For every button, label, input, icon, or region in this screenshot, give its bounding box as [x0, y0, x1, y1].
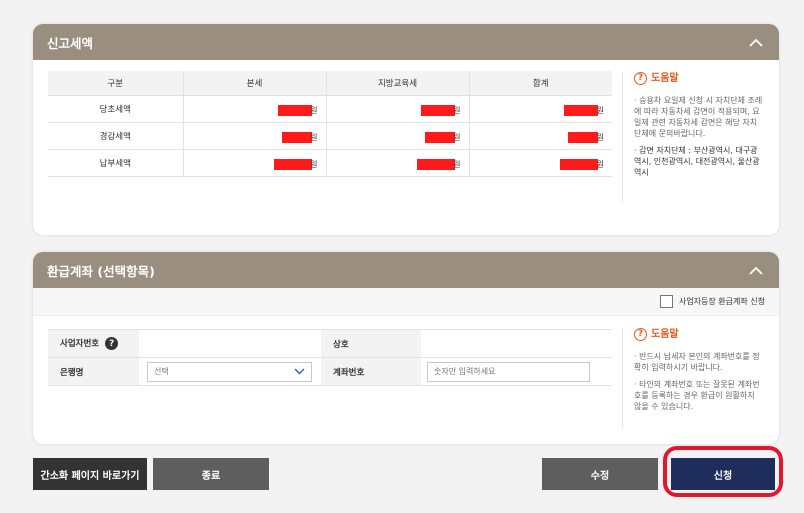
trade-name-value: [421, 329, 612, 358]
education-tax-cell: 원: [325, 121, 469, 149]
redaction-bar: [277, 104, 312, 116]
main-tax-cell: 원: [182, 121, 326, 149]
unit-label: 원: [310, 105, 318, 115]
business-refund-label: 사업자등장 환급계좌 신청: [678, 297, 765, 306]
unit-label: 원: [596, 132, 604, 142]
tax-table-header: 구분 본세 지방교육세 합계: [48, 71, 612, 95]
tax-panel-header[interactable]: 신고세액: [33, 24, 779, 60]
chevron-down-icon: [294, 368, 305, 375]
table-row: 사업자번호 ? 상호: [48, 329, 612, 358]
simple-page-button[interactable]: 간소화 페이지 바로가기: [33, 458, 147, 490]
bank-select-cell: 선택: [139, 357, 321, 386]
unit-label: 원: [310, 132, 318, 142]
tax-panel: 신고세액 구분 본세 지방교육세 합계 당초세액 원 원 원 경감세액 원 원 …: [33, 24, 779, 235]
main-tax-cell: 원: [182, 148, 326, 177]
main-tax-cell: 원: [182, 94, 326, 122]
business-refund-checkbox[interactable]: [659, 295, 673, 308]
col-header-education-tax: 지방교육세: [325, 71, 469, 95]
redaction-bar: [420, 104, 455, 116]
col-header-main-tax: 본세: [182, 71, 326, 95]
highlight-outline: [663, 446, 783, 497]
help-question-icon: ?: [634, 72, 647, 85]
total-cell: 원: [468, 121, 612, 149]
tax-panel-title: 신고세액: [47, 35, 94, 51]
chevron-up-icon[interactable]: [745, 259, 767, 281]
bank-select[interactable]: 선택: [147, 361, 312, 382]
table-row: 당초세액 원 원 원: [48, 94, 612, 122]
redaction-bar: [564, 104, 598, 116]
chevron-up-icon[interactable]: [745, 31, 767, 53]
help-title: ? 도움말: [634, 72, 764, 85]
account-number-label: 계좌번호: [321, 357, 421, 386]
business-number-label-cell: 사업자번호 ?: [48, 329, 139, 358]
education-tax-cell: 원: [325, 148, 469, 177]
account-input-cell: [421, 357, 612, 386]
total-cell: 원: [468, 94, 612, 122]
redaction-bar: [424, 131, 455, 143]
refund-panel-header[interactable]: 환급계좌 (선택항목): [33, 252, 779, 288]
refund-panel-title: 환급계좌 (선택항목): [47, 263, 155, 279]
unit-label: 원: [596, 159, 604, 169]
divider: [622, 328, 623, 428]
business-refund-option[interactable]: 사업자등장 환급계좌 신청: [659, 295, 765, 308]
col-header-total: 합계: [468, 71, 612, 95]
table-row: 은행명 선택 계좌번호: [48, 357, 612, 386]
row-label: 납부세액: [48, 148, 183, 177]
unit-label: 원: [453, 159, 461, 169]
unit-label: 원: [310, 159, 318, 169]
checkbox-strip: 사업자등장 환급계좌 신청: [33, 288, 779, 316]
help-box-refund: ? 도움말 · 반드시 납세자 본인의 계좌번호를 정확히 입력하시기 바랍니다…: [634, 328, 764, 418]
tax-table: 구분 본세 지방교육세 합계 당초세액 원 원 원 경감세액 원 원 원 납부세…: [48, 71, 612, 177]
refund-panel: 환급계좌 (선택항목) 사업자등장 환급계좌 신청 사업자번호 ? 상호 은행명…: [33, 252, 779, 444]
question-icon[interactable]: ?: [105, 337, 119, 350]
col-header-category: 구분: [48, 71, 183, 95]
redaction-bar: [568, 131, 598, 143]
total-cell: 원: [468, 148, 612, 177]
trade-name-label: 상호: [321, 329, 421, 358]
table-row: 납부세액 원 원 원: [48, 148, 612, 177]
education-tax-cell: 원: [325, 94, 469, 122]
close-button[interactable]: 종료: [153, 458, 269, 490]
redaction-bar: [273, 158, 312, 170]
account-table: 사업자번호 ? 상호 은행명 선택 계좌번호: [48, 329, 612, 386]
unit-label: 원: [453, 132, 461, 142]
help-title-text: 도움말: [651, 73, 679, 84]
help-note: · 감면 자치단체 : 부산광역시, 대구광역시, 인천광역시, 대전광역시, …: [634, 146, 760, 177]
help-title: ? 도움말: [634, 328, 764, 341]
unit-label: 원: [453, 105, 461, 115]
help-note: · 타인의 계좌번호 또는 잘못된 계좌번호를 등록하는 경우 환급이 원활하지…: [634, 380, 760, 411]
divider: [622, 72, 623, 202]
account-number-input[interactable]: [427, 361, 590, 382]
help-question-icon: ?: [634, 328, 647, 341]
bank-select-value: 선택: [154, 367, 169, 376]
business-number-label: 사업자번호: [60, 339, 100, 349]
redaction-bar: [281, 131, 312, 143]
row-label: 당초세액: [48, 94, 183, 122]
row-label: 경감세액: [48, 121, 183, 149]
business-number-value: [139, 329, 321, 358]
edit-button[interactable]: 수정: [542, 458, 658, 490]
help-note: · 반드시 납세자 본인의 계좌번호를 정확히 입력하시기 바랍니다.: [634, 352, 760, 372]
redaction-bar: [560, 158, 598, 170]
help-box-tax: ? 도움말 · 승용차 요일제 신청 시 자치단체 조례에 따라 자동차세 감면…: [634, 72, 764, 184]
unit-label: 원: [596, 105, 604, 115]
help-note: · 승용차 요일제 신청 시 자치단체 조례에 따라 자동차세 감면이 적용되며…: [634, 96, 763, 138]
redaction-bar: [416, 158, 455, 170]
bank-name-label: 은행명: [48, 357, 139, 386]
table-row: 경감세액 원 원 원: [48, 121, 612, 149]
help-title-text: 도움말: [651, 329, 679, 340]
